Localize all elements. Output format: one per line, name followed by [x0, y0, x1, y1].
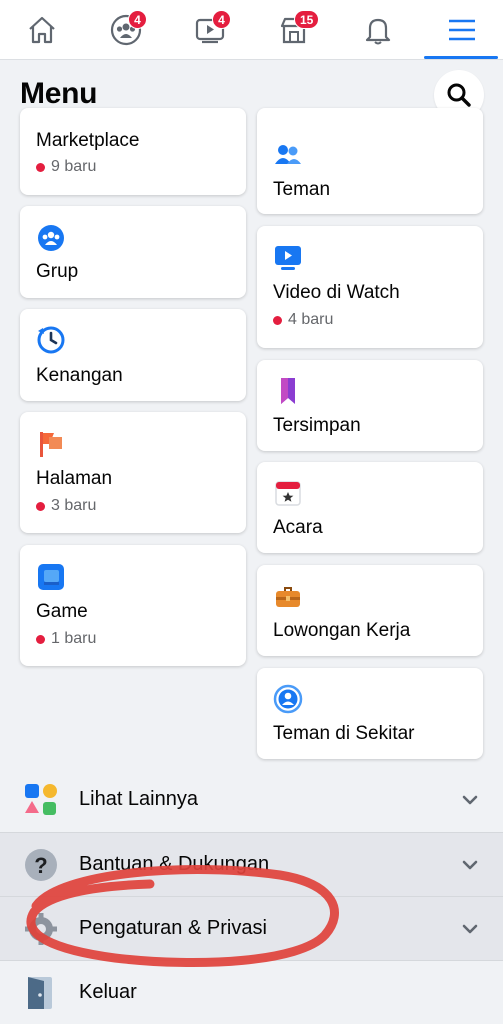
active-tab-indicator: [424, 56, 498, 59]
watch-tab[interactable]: 4: [168, 0, 252, 60]
card-label: Marketplace: [36, 130, 140, 151]
game-icon: [38, 564, 64, 590]
watch-video-icon: [275, 246, 301, 270]
shortcut-card-video-di-watch[interactable]: Video di Watch 4 baru: [257, 226, 483, 348]
chevron-down-icon: [462, 924, 478, 934]
svg-text:?: ?: [34, 853, 47, 878]
card-label: Teman di Sekitar: [273, 723, 415, 744]
new-dot: [36, 501, 45, 511]
new-dot: [273, 315, 282, 325]
bell-icon: [365, 18, 391, 45]
card-label: Kenangan: [36, 365, 123, 386]
card-label: Video di Watch: [273, 282, 400, 303]
marketplace-tab[interactable]: 15: [252, 0, 336, 60]
home-icon: [29, 16, 55, 44]
row-keluar[interactable]: Keluar: [0, 961, 503, 1024]
card-label: Lowongan Kerja: [273, 620, 411, 641]
row-lihat-lainnya[interactable]: Lihat Lainnya: [0, 768, 503, 832]
top-tab-bar: 4 4 15: [0, 0, 503, 60]
nearby-friends-icon: [273, 684, 303, 714]
menu-tab[interactable]: [420, 0, 503, 60]
shortcut-card-tersimpan[interactable]: Tersimpan: [257, 360, 483, 451]
shortcut-card-teman[interactable]: Teman: [257, 108, 483, 214]
card-new-count: 1 baru: [36, 630, 96, 648]
card-label: Acara: [273, 517, 323, 538]
row-label: Pengaturan & Privasi: [79, 917, 267, 939]
friends-icon: [275, 145, 301, 164]
groups-tab[interactable]: 4: [84, 0, 168, 60]
card-label: Halaman: [36, 468, 113, 489]
shortcut-card-lowongan-kerja[interactable]: Lowongan Kerja: [257, 565, 483, 656]
page-title: Menu: [20, 77, 98, 110]
card-label: Tersimpan: [273, 415, 361, 436]
shortcut-card-halaman[interactable]: Halaman 3 baru: [20, 412, 246, 533]
bookmark-icon: [281, 378, 295, 404]
row-label: Bantuan & Dukungan: [79, 853, 270, 875]
card-new-count: 4 baru: [273, 311, 333, 329]
card-label: Game: [36, 601, 88, 622]
pages-flag-icon: [40, 432, 62, 457]
calendar-icon: [275, 481, 301, 506]
search-icon: [447, 83, 471, 107]
hamburger-icon: [449, 19, 475, 41]
row-bantuan-dukungan[interactable]: ? Bantuan & Dukungan: [0, 833, 503, 897]
marketplace-badge: 15: [294, 10, 320, 29]
card-new-count: 9 baru: [36, 158, 96, 176]
shortcut-card-teman-di-sekitar[interactable]: Teman di Sekitar: [257, 668, 483, 759]
groups-badge: 4: [128, 10, 147, 29]
row-label: Keluar: [79, 981, 137, 1003]
row-pengaturan-privasi[interactable]: Pengaturan & Privasi: [0, 897, 503, 961]
shortcut-card-acara[interactable]: Acara: [257, 462, 483, 553]
shortcut-card-grup[interactable]: Grup: [20, 206, 246, 298]
watch-badge: 4: [212, 10, 231, 29]
new-dot: [36, 634, 45, 644]
shortcut-card-game[interactable]: Game 1 baru: [20, 545, 246, 666]
briefcase-icon: [276, 587, 300, 607]
row-label: Lihat Lainnya: [79, 788, 198, 810]
card-new-count: 3 baru: [36, 497, 96, 515]
settings-gear-icon: [25, 913, 57, 945]
chevron-down-icon: [462, 795, 478, 805]
notifications-tab[interactable]: [336, 0, 420, 60]
chevron-down-icon: [462, 860, 478, 870]
card-label: Grup: [36, 261, 79, 282]
see-more-shapes-icon: [25, 784, 57, 815]
shortcut-card-marketplace[interactable]: Marketplace 9 baru: [20, 108, 246, 195]
new-dot: [36, 162, 45, 172]
card-label: Teman: [273, 179, 331, 200]
logout-door-icon: [28, 977, 52, 1009]
groups-icon: [38, 225, 64, 251]
home-tab[interactable]: [0, 0, 84, 60]
memories-icon: [37, 326, 65, 354]
help-icon: ?: [25, 849, 57, 881]
shortcut-card-kenangan[interactable]: Kenangan: [20, 309, 246, 401]
